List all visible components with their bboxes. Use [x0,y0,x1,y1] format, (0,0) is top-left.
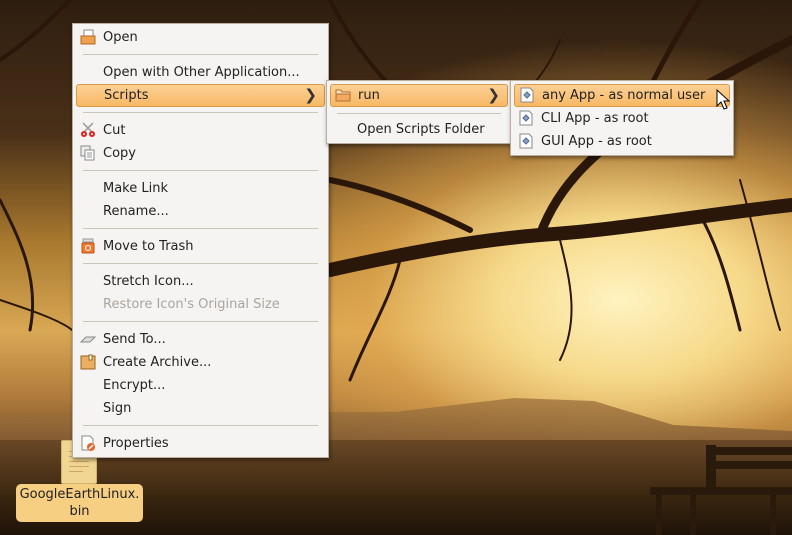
menu-item-label: Encrypt... [103,378,166,393]
menu-item-make-link[interactable]: Make Link [76,177,325,200]
menu-item-label: Copy [103,146,136,161]
menu-item-sign[interactable]: Sign [76,397,325,420]
archive-icon [80,354,96,370]
menu-item-create-archive[interactable]: Create Archive... [76,351,325,374]
menu-item-label: Cut [103,123,126,138]
trash-icon [81,238,95,254]
run-submenu: any App - as normal user CLI App - as ro… [510,80,734,156]
menu-item-move-to-trash[interactable]: Move to Trash [76,235,325,258]
wallpaper-bench [650,445,792,535]
menu-item-label: Create Archive... [103,355,212,370]
menu-item-label: CLI App - as root [541,111,649,126]
scripts-submenu: run ❯ Open Scripts Folder [326,80,512,144]
menu-item-copy[interactable]: Copy [76,142,325,165]
menu-separator [83,112,318,113]
menu-item-open-with-other[interactable]: Open with Other Application... [76,61,325,84]
chevron-right-icon: ❯ [304,86,317,104]
menu-item-label: any App - as normal user [542,88,706,103]
script-icon [519,133,533,149]
menu-separator [83,263,318,264]
submenu-item-open-scripts-folder[interactable]: Open Scripts Folder [330,118,508,141]
script-icon [519,110,533,126]
menu-separator [83,54,318,55]
file-label-line2: bin [69,504,90,519]
menu-item-encrypt[interactable]: Encrypt... [76,374,325,397]
menu-item-label: Rename... [103,204,169,219]
menu-separator [83,321,318,322]
menu-item-label: Restore Icon's Original Size [103,297,280,312]
menu-item-properties[interactable]: Properties [76,432,325,455]
open-document-icon [80,29,96,45]
menu-item-cut[interactable]: Cut [76,119,325,142]
submenu-item-gui-app-root[interactable]: GUI App - as root [514,130,730,153]
menu-item-label: Sign [103,401,132,416]
menu-item-label: Send To... [103,332,166,347]
menu-item-label: Open [103,30,138,45]
scissors-icon [81,122,95,137]
chevron-right-icon: ❯ [487,86,500,104]
menu-item-rename[interactable]: Rename... [76,200,325,223]
menu-item-stretch-icon[interactable]: Stretch Icon... [76,270,325,293]
menu-item-label: Open with Other Application... [103,65,300,80]
menu-separator [337,113,501,114]
submenu-item-any-app-normal-user[interactable]: any App - as normal user [514,84,730,107]
menu-item-label: Properties [103,436,169,451]
properties-icon [81,435,95,451]
file-label-line1: GoogleEarthLinux. [19,487,140,502]
menu-separator [83,425,318,426]
folder-icon [335,89,351,102]
menu-item-label: Stretch Icon... [103,274,194,289]
menu-item-send-to[interactable]: Send To... [76,328,325,351]
menu-item-label: Move to Trash [103,239,194,254]
submenu-item-run[interactable]: run ❯ [330,84,508,107]
desktop-file-label: GoogleEarthLinux. bin [16,484,143,522]
context-menu: Open Open with Other Application... Scri… [72,23,329,458]
menu-item-label: Make Link [103,181,168,196]
menu-item-restore-icon-size: Restore Icon's Original Size [76,293,325,316]
menu-item-label: Open Scripts Folder [357,122,485,137]
menu-item-scripts[interactable]: Scripts ❯ [76,84,325,107]
send-icon [80,336,96,343]
script-icon [520,87,534,103]
mouse-pointer-icon [716,89,731,110]
submenu-item-cli-app-root[interactable]: CLI App - as root [514,107,730,130]
menu-item-label: Scripts [104,88,149,103]
menu-separator [83,170,318,171]
menu-item-label: run [358,88,380,103]
menu-separator [83,228,318,229]
menu-item-open[interactable]: Open [76,26,325,49]
menu-item-label: GUI App - as root [541,134,652,149]
copy-icon [80,145,95,161]
